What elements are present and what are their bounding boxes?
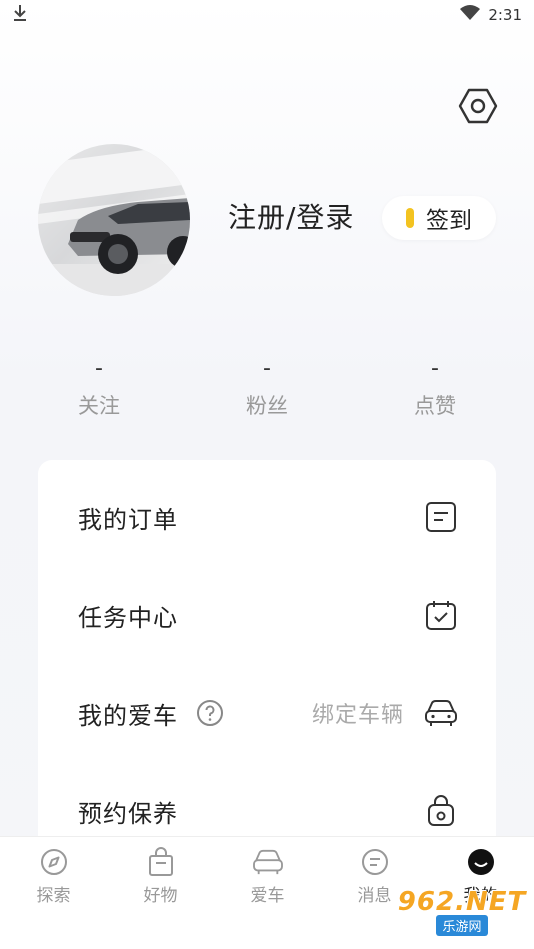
order-list-icon <box>424 500 458 534</box>
checkin-button[interactable]: 签到 <box>382 196 496 240</box>
menu-item-orders-label: 我的订单 <box>78 505 178 534</box>
car-icon <box>252 847 284 877</box>
profile-stats: - 关注 - 粉丝 - 点赞 <box>0 356 534 426</box>
profile-icon <box>467 847 495 877</box>
stat-following-value: - <box>95 356 103 381</box>
status-right: 2:31 <box>460 5 522 25</box>
calendar-check-icon <box>424 598 458 632</box>
tab-goods[interactable]: 好物 <box>107 847 214 906</box>
stat-likes-value: - <box>431 356 439 381</box>
menu-item-orders[interactable]: 我的订单 <box>38 468 496 566</box>
bind-vehicle-hint: 绑定车辆 <box>311 703 404 728</box>
message-icon <box>361 847 389 877</box>
menu-item-tasks[interactable]: 任务中心 <box>38 566 496 664</box>
tab-explore[interactable]: 探索 <box>0 847 107 906</box>
avatar[interactable] <box>38 144 190 296</box>
download-icon <box>12 4 28 26</box>
maintenance-bag-icon <box>424 794 458 828</box>
tab-car-label: 爱车 <box>250 886 285 906</box>
compass-icon <box>40 847 68 877</box>
stat-likes-label: 点赞 <box>414 394 456 418</box>
car-icon <box>424 696 458 730</box>
checkin-label: 签到 <box>426 208 472 234</box>
login-register-link[interactable]: 注册/登录 <box>228 196 354 236</box>
wifi-icon <box>460 5 481 25</box>
site-watermark: 962.NET 乐游网 <box>394 880 530 942</box>
tab-car[interactable]: 爱车 <box>214 847 321 906</box>
stat-followers[interactable]: - 粉丝 <box>207 356 327 420</box>
stat-likes[interactable]: - 点赞 <box>375 356 495 420</box>
car-photo-image <box>38 144 190 296</box>
status-time: 2:31 <box>488 6 522 24</box>
menu-item-my-car[interactable]: 我的爱车 绑定车辆 <box>38 664 496 762</box>
menu-card: 我的订单 任务中心 我的爱车 绑定车辆 预约保养 <box>38 460 496 860</box>
shopping-bag-icon <box>147 847 175 877</box>
stat-followers-label: 粉丝 <box>246 394 288 418</box>
stat-following[interactable]: - 关注 <box>39 356 159 420</box>
settings-hexagon-icon <box>458 88 498 124</box>
coin-icon <box>406 208 414 228</box>
menu-item-tasks-label: 任务中心 <box>78 603 178 632</box>
tab-explore-label: 探索 <box>36 886 71 906</box>
menu-item-my-car-label: 我的爱车 <box>78 701 178 730</box>
watermark-logo: 962.NET <box>397 886 527 917</box>
help-icon[interactable] <box>196 699 224 727</box>
watermark-caption: 乐游网 <box>436 914 488 936</box>
tab-goods-label: 好物 <box>143 886 178 906</box>
stat-following-label: 关注 <box>78 394 120 418</box>
status-bar: 2:31 <box>0 0 534 30</box>
settings-button[interactable] <box>456 84 500 128</box>
tab-messages-label: 消息 <box>357 886 392 906</box>
menu-item-maintenance-label: 预约保养 <box>78 799 178 828</box>
stat-followers-value: - <box>263 356 271 381</box>
